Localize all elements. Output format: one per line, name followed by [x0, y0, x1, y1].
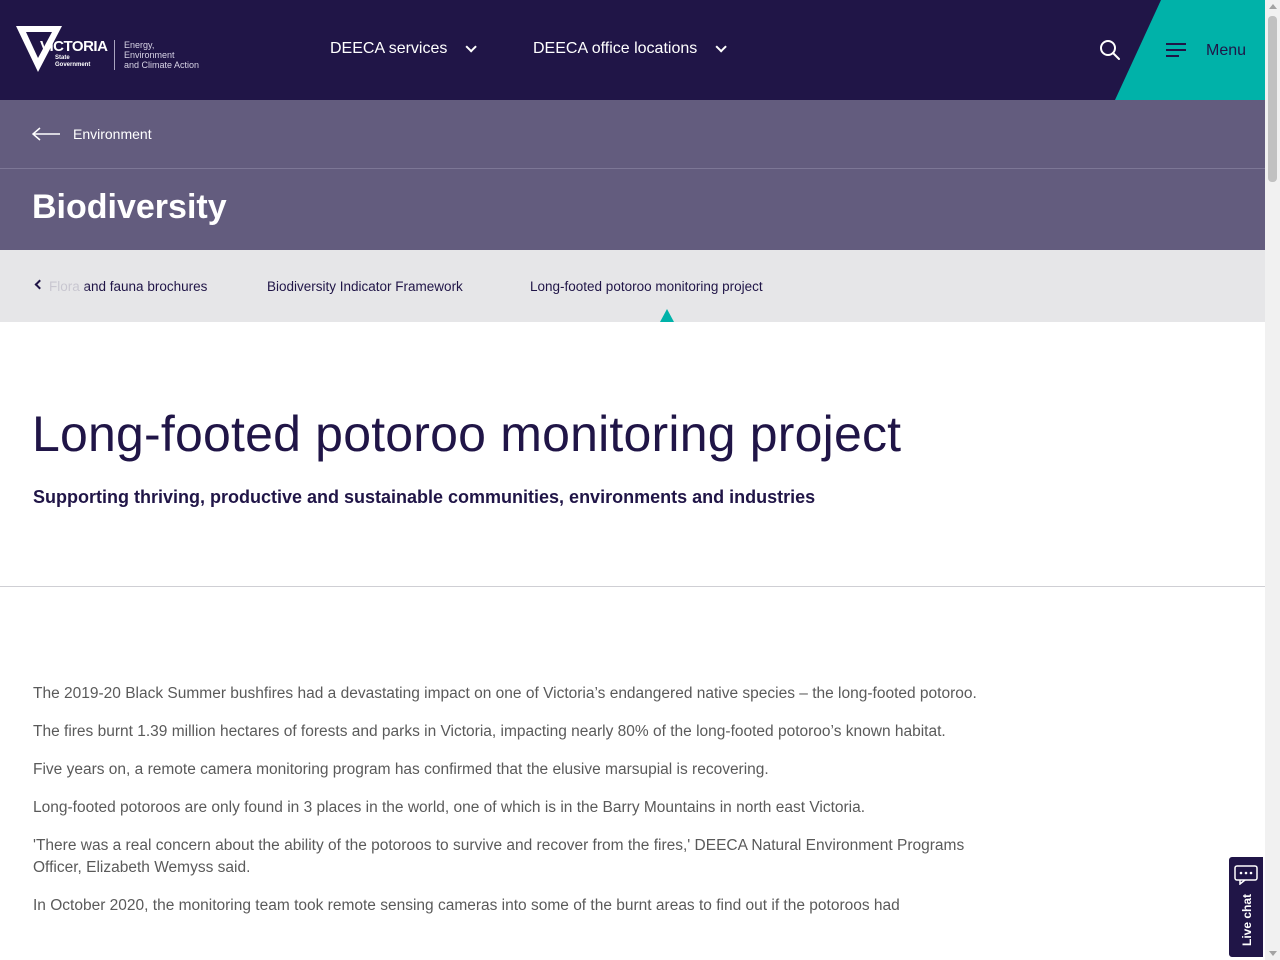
nav-deeca-services-label: DEECA services: [330, 40, 448, 57]
logo-divider: [114, 40, 115, 70]
active-tab-marker: [660, 309, 674, 322]
section-banner: Environment Biodiversity: [0, 100, 1265, 250]
page-scrollbar[interactable]: [1265, 0, 1280, 960]
live-chat-button[interactable]: Live chat: [1228, 856, 1264, 958]
breadcrumb-back-link[interactable]: Environment: [73, 126, 152, 142]
sub-navigation: Flora and fauna brochures Biodiversity I…: [0, 250, 1265, 322]
article-body: The 2019-20 Black Summer bushfires had a…: [33, 683, 1008, 933]
search-icon[interactable]: [1098, 38, 1122, 62]
live-chat-label: Live chat: [1240, 893, 1254, 947]
page-intro: Supporting thriving, productive and sust…: [33, 487, 816, 507]
page-title: Long-footed potoroo monitoring project: [32, 406, 902, 462]
subnav-item-long-footed-potoroo[interactable]: Long-footed potoroo monitoring project: [530, 279, 763, 294]
breadcrumb: Environment: [0, 100, 1265, 169]
logo-dept-line-2: Environment: [124, 50, 175, 60]
section-title: Biodiversity: [32, 188, 227, 226]
logo-dept-line-3: and Climate Action: [124, 60, 200, 70]
paragraph: In October 2020, the monitoring team too…: [33, 897, 900, 914]
content-divider: [0, 586, 1265, 587]
arrow-left-icon[interactable]: [32, 127, 60, 141]
paragraph: The 2019-20 Black Summer bushfires had a…: [33, 685, 977, 702]
nav-deeca-services[interactable]: DEECA services: [330, 40, 478, 58]
paragraph: The fires burnt 1.39 million hectares of…: [33, 723, 946, 740]
subnav-item-biodiversity-indicator-framework[interactable]: Biodiversity Indicator Framework: [267, 279, 463, 294]
site-header: VICTORIA State Government Energy, Enviro…: [0, 0, 1265, 100]
chevron-left-icon[interactable]: [34, 279, 45, 290]
victoria-logo[interactable]: VICTORIA State Government Energy, Enviro…: [16, 24, 216, 76]
nav-deeca-office-locations-label: DEECA office locations: [533, 40, 698, 57]
logo-dept-line-1: Energy,: [124, 40, 155, 50]
hamburger-menu-icon[interactable]: [1166, 42, 1186, 58]
logo-wordmark: VICTORIA: [40, 38, 108, 55]
logo-sub: State Government: [55, 55, 91, 68]
paragraph: Five years on, a remote camera monitorin…: [33, 761, 769, 778]
chat-bubble-icon: [1234, 865, 1258, 885]
scrollbar-thumb[interactable]: [1268, 16, 1277, 182]
subnav-item-flora-fauna-brochures[interactable]: Flora and fauna brochures: [49, 279, 207, 294]
nav-deeca-office-locations[interactable]: DEECA office locations: [533, 40, 728, 58]
menu-label[interactable]: Menu: [1206, 42, 1246, 60]
logo-department: Energy, Environment and Climate Action: [124, 40, 199, 70]
paragraph: Long-footed potoroos are only found in 3…: [33, 799, 866, 816]
chevron-down-icon: [465, 41, 478, 53]
paragraph: 'There was a real concern about the abil…: [33, 837, 965, 876]
chevron-down-icon: [715, 41, 728, 53]
scroll-down-arrow-icon[interactable]: [1269, 951, 1277, 956]
scroll-up-arrow-icon[interactable]: [1269, 4, 1277, 9]
